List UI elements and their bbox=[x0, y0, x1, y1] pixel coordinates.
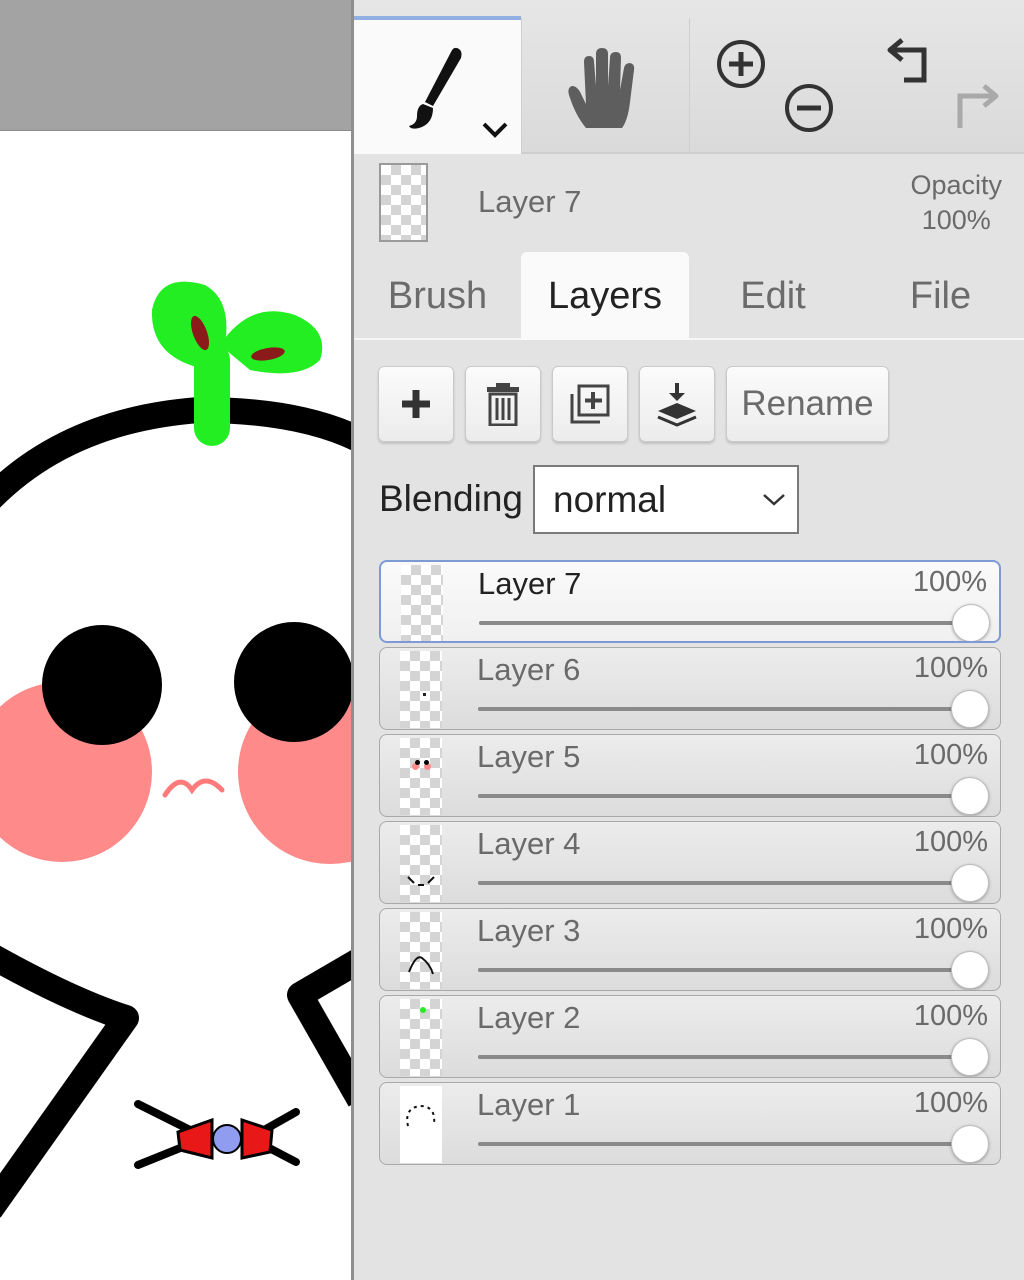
history-tool-group bbox=[857, 18, 1024, 152]
slider-fill bbox=[478, 881, 970, 885]
layer-opacity-slider[interactable] bbox=[478, 1055, 970, 1059]
layer-thumbnail bbox=[401, 565, 443, 641]
blending-mode-select[interactable]: normal bbox=[533, 465, 799, 534]
redo-icon[interactable] bbox=[950, 82, 1002, 134]
layer-thumbnail bbox=[400, 651, 442, 728]
layer-opacity-value: 100% bbox=[913, 739, 988, 771]
layer-opacity-value: 100% bbox=[913, 1087, 988, 1119]
merge-down-icon bbox=[657, 383, 697, 427]
tab-brush[interactable]: Brush bbox=[354, 252, 521, 340]
slider-thumb[interactable] bbox=[952, 604, 990, 641]
chevron-down-icon[interactable] bbox=[480, 120, 510, 140]
zoom-tool-group bbox=[689, 18, 857, 152]
zoom-in-icon[interactable] bbox=[715, 38, 767, 90]
canvas-background-margin bbox=[0, 0, 352, 131]
duplicate-icon bbox=[570, 384, 610, 424]
slider-thumb[interactable] bbox=[951, 864, 989, 902]
layer-name: Layer 3 bbox=[477, 913, 581, 948]
duplicate-layer-button[interactable] bbox=[552, 366, 628, 442]
rename-layer-button[interactable]: Rename bbox=[726, 366, 889, 442]
layer-thumbnail bbox=[400, 825, 442, 902]
layer-name: Layer 5 bbox=[477, 739, 581, 774]
brush-tool-button[interactable] bbox=[354, 16, 521, 154]
slider-thumb[interactable] bbox=[951, 690, 989, 728]
blending-mode-value: normal bbox=[553, 478, 667, 520]
layer-opacity-value: 100% bbox=[913, 826, 988, 858]
chevron-down-icon bbox=[763, 494, 785, 506]
layer-opacity-slider[interactable] bbox=[479, 621, 971, 625]
tab-file[interactable]: File bbox=[857, 252, 1024, 340]
layer-name: Layer 2 bbox=[477, 1000, 581, 1035]
delete-layer-button[interactable] bbox=[465, 366, 541, 442]
layer-opacity-slider[interactable] bbox=[478, 1142, 970, 1146]
layer-opacity-value: 100% bbox=[913, 913, 988, 945]
panel-tabs: Brush Layers Edit File bbox=[354, 252, 1024, 340]
current-layer-opacity: Opacity 100% bbox=[910, 168, 1002, 238]
slider-thumb[interactable] bbox=[951, 777, 989, 815]
layer-thumbnail bbox=[400, 999, 442, 1076]
current-layer-info: Layer 7 Opacity 100% bbox=[354, 156, 1024, 252]
hand-tool-button[interactable] bbox=[521, 18, 689, 152]
layer-name: Layer 6 bbox=[477, 652, 581, 687]
slider-thumb[interactable] bbox=[951, 1125, 989, 1163]
layer-name: Layer 7 bbox=[478, 566, 582, 601]
trash-icon bbox=[487, 383, 519, 426]
tab-edit[interactable]: Edit bbox=[689, 252, 857, 340]
artwork bbox=[0, 281, 352, 1218]
toolbar bbox=[354, 0, 1024, 154]
slider-thumb[interactable] bbox=[951, 951, 989, 989]
layer-row[interactable]: Layer 6 100% bbox=[379, 647, 1001, 730]
current-layer-thumbnail bbox=[379, 163, 428, 242]
layers-panel: Layer 7 Opacity 100% Brush Layers Edit F… bbox=[354, 0, 1024, 1280]
merge-down-button[interactable] bbox=[639, 366, 715, 442]
slider-fill bbox=[478, 1142, 970, 1146]
slider-fill bbox=[479, 621, 971, 625]
layer-opacity-value: 100% bbox=[913, 652, 988, 684]
layer-row[interactable]: Layer 5 100% bbox=[379, 734, 1001, 817]
layer-row[interactable]: Layer 1 100% bbox=[379, 1082, 1001, 1165]
zoom-out-icon[interactable] bbox=[783, 82, 835, 134]
layer-opacity-value: 100% bbox=[913, 1000, 988, 1032]
blending-label: Blending bbox=[379, 478, 524, 519]
layer-opacity-slider[interactable] bbox=[478, 707, 970, 711]
layer-row[interactable]: Layer 2 100% bbox=[379, 995, 1001, 1078]
opacity-value: 100% bbox=[921, 205, 991, 235]
slider-fill bbox=[478, 968, 970, 972]
drawing-canvas[interactable] bbox=[0, 0, 352, 1280]
slider-fill bbox=[478, 1055, 970, 1059]
layer-name: Layer 1 bbox=[477, 1087, 581, 1122]
hand-icon bbox=[568, 48, 635, 128]
layer-row[interactable]: Layer 3 100% bbox=[379, 908, 1001, 991]
slider-fill bbox=[478, 707, 970, 711]
layer-row[interactable]: Layer 7 100% bbox=[379, 560, 1001, 643]
plus-icon bbox=[402, 390, 430, 418]
current-layer-name: Layer 7 bbox=[478, 184, 582, 219]
add-layer-button[interactable] bbox=[378, 366, 454, 442]
layer-thumbnail bbox=[400, 1086, 442, 1163]
layer-opacity-value: 100% bbox=[912, 566, 987, 598]
undo-icon[interactable] bbox=[884, 36, 936, 88]
opacity-label: Opacity bbox=[910, 170, 1002, 200]
layer-opacity-slider[interactable] bbox=[478, 881, 970, 885]
layer-thumbnail bbox=[400, 738, 442, 815]
slider-fill bbox=[478, 794, 970, 798]
layer-thumbnail bbox=[400, 912, 442, 989]
tab-layers[interactable]: Layers bbox=[521, 252, 689, 340]
layer-row[interactable]: Layer 4 100% bbox=[379, 821, 1001, 904]
layer-opacity-slider[interactable] bbox=[478, 968, 970, 972]
brush-icon bbox=[409, 47, 462, 129]
layer-name: Layer 4 bbox=[477, 826, 581, 861]
slider-thumb[interactable] bbox=[951, 1038, 989, 1076]
layer-opacity-slider[interactable] bbox=[478, 794, 970, 798]
